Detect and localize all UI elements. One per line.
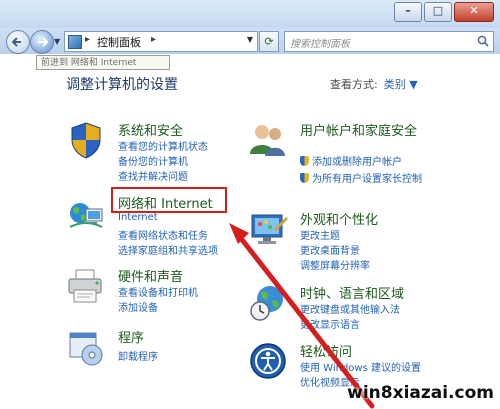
link-uninstall-program[interactable]: 卸载程序 <box>118 348 158 363</box>
navigation-bar: ▼ ▸ 控制面板 ▸ ▼ ⟳ 搜索控制面板 <box>0 28 500 54</box>
back-button[interactable] <box>6 30 30 54</box>
breadcrumb-control-panel[interactable]: 控制面板 <box>97 34 141 50</box>
maximize-button[interactable]: □ <box>424 2 452 22</box>
view-by-selector[interactable]: 查看方式: 类别 ▼ <box>330 76 418 92</box>
minimize-button[interactable]: – <box>394 2 422 22</box>
link-internet-options[interactable]: Internet <box>118 212 158 223</box>
category-title[interactable]: 用户帐户和家庭安全 <box>300 120 417 139</box>
search-box[interactable]: 搜索控制面板 <box>284 31 494 52</box>
search-icon[interactable] <box>477 35 489 47</box>
link-add-device[interactable]: 添加设备 <box>118 299 158 314</box>
window-controls: – □ ✕ <box>394 2 494 22</box>
link-screen-resolution[interactable]: 调整屏幕分辨率 <box>300 257 370 272</box>
shield-icon <box>71 122 101 159</box>
minimize-icon: – <box>405 4 411 17</box>
forward-tooltip: 前进到 网络和 Internet <box>36 55 170 70</box>
link-label[interactable]: 添加或删除用户帐户 <box>312 157 402 168</box>
link-backup-computer[interactable]: 备份您的计算机 <box>118 153 188 168</box>
category-title[interactable]: 程序 <box>118 327 144 346</box>
link-recommended-settings[interactable]: 使用 Windows 建议的设置 <box>300 359 421 374</box>
category-title[interactable]: 硬件和声音 <box>118 266 183 285</box>
ease-of-access-icon <box>250 343 286 379</box>
display-palette-icon <box>251 214 288 244</box>
category-title[interactable]: 系统和安全 <box>118 120 183 139</box>
link-desktop-background[interactable]: 更改桌面背景 <box>300 242 360 257</box>
users-icon <box>250 125 285 156</box>
search-placeholder: 搜索控制面板 <box>290 39 350 50</box>
link-view-network-status[interactable]: 查看网络状态和任务 <box>118 227 208 242</box>
refresh-button[interactable]: ⟳ <box>259 31 279 52</box>
view-by-value[interactable]: 类别 ▼ <box>384 78 418 91</box>
link-keyboard-input[interactable]: 更改键盘或其他输入法 <box>300 301 400 316</box>
breadcrumb-separator[interactable]: ▸ <box>151 34 156 45</box>
history-dropdown-icon[interactable]: ▼ <box>54 37 60 46</box>
maximize-icon: □ <box>432 4 444 17</box>
close-button[interactable]: ✕ <box>454 2 494 22</box>
view-by-label: 查看方式: <box>330 78 378 91</box>
link-devices-printers[interactable]: 查看设备和打印机 <box>118 284 198 299</box>
annotation-highlight-box <box>111 187 227 213</box>
forward-button[interactable] <box>30 30 54 54</box>
back-arrow-icon <box>11 37 21 47</box>
printer-icon <box>68 269 102 303</box>
link-homegroup-sharing[interactable]: 选择家庭组和共享选项 <box>118 242 218 257</box>
refresh-icon: ⟳ <box>264 35 274 48</box>
breadcrumb-separator[interactable]: ▸ <box>85 34 90 45</box>
control-panel-icon <box>68 35 82 49</box>
uac-shield-icon <box>300 156 309 166</box>
link-troubleshoot[interactable]: 查找并解决问题 <box>118 168 188 183</box>
close-icon: ✕ <box>469 4 479 17</box>
link-label[interactable]: 为所有用户设置家长控制 <box>312 174 422 185</box>
link-display-language[interactable]: 更改显示语言 <box>300 316 360 331</box>
programs-icon <box>69 332 103 366</box>
address-dropdown-icon[interactable]: ▼ <box>247 35 253 44</box>
title-bar: – □ ✕ <box>0 0 500 28</box>
uac-shield-icon <box>300 173 309 183</box>
link-parental-controls[interactable]: 为所有用户设置家长控制 <box>300 170 422 185</box>
link-view-computer-status[interactable]: 查看您的计算机状态 <box>118 138 208 153</box>
page-title: 调整计算机的设置 <box>66 77 178 93</box>
watermark-text: win8xiazai.com <box>347 383 494 403</box>
network-globe-icon <box>69 203 103 228</box>
forward-arrow-icon <box>38 37 49 47</box>
link-change-theme[interactable]: 更改主题 <box>300 227 340 242</box>
clock-globe-icon <box>250 286 283 321</box>
category-title[interactable]: 时钟、语言和区域 <box>300 283 404 302</box>
category-title[interactable]: 轻松访问 <box>300 341 352 360</box>
address-bar[interactable]: ▸ 控制面板 ▸ ▼ <box>64 31 258 52</box>
category-title[interactable]: 外观和个性化 <box>300 209 378 228</box>
link-add-remove-accounts[interactable]: 添加或删除用户帐户 <box>300 153 402 168</box>
